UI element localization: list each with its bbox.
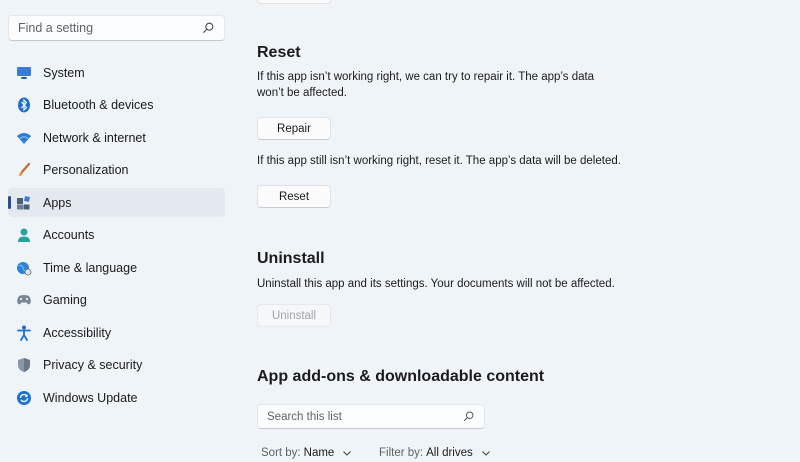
sidebar-item-label: Gaming <box>43 293 87 307</box>
settings-search-placeholder: Find a setting <box>18 21 94 35</box>
uninstall-section-title: Uninstall <box>257 250 325 267</box>
bluetooth-icon <box>16 97 32 113</box>
sort-by-value: Name <box>303 447 335 459</box>
repair-description: If this app isn’t working right, we can … <box>257 71 595 83</box>
previous-section-button[interactable] <box>257 0 331 4</box>
sidebar-item-label: Accessibility <box>43 325 112 340</box>
search-icon[interactable] <box>462 410 475 423</box>
sidebar-item-accessibility[interactable]: Accessibility <box>8 318 225 347</box>
reset-description: If this app still isn’t working right, r… <box>257 155 621 167</box>
sidebar-item-label: Apps <box>43 195 72 210</box>
filter-by-label: Filter by: <box>379 447 424 459</box>
sidebar-item-label: Bluetooth & devices <box>43 98 154 112</box>
sidebar-item-label: Accounts <box>43 228 95 242</box>
sidebar-item-accounts[interactable]: Accounts <box>8 221 225 250</box>
update-icon <box>16 390 32 406</box>
reset-button[interactable]: Reset <box>257 185 331 208</box>
sidebar-item-label: Network & internet <box>43 130 146 145</box>
sidebar-item-network-internet[interactable]: Network & internet <box>8 123 225 152</box>
repair-button[interactable]: Repair <box>257 117 331 140</box>
addons-search-input[interactable]: Search this list <box>257 404 485 429</box>
settings-search-input[interactable]: Find a setting <box>8 15 225 41</box>
repair-description-line2: won’t be affected. <box>257 87 347 99</box>
sort-by-dropdown[interactable]: Sort by: Name <box>261 447 352 459</box>
sidebar-item-time-language[interactable]: Time & language <box>8 253 225 282</box>
sidebar-item-apps[interactable]: Apps <box>8 188 225 217</box>
search-icon[interactable] <box>201 21 215 35</box>
uninstall-description: Uninstall this app and its settings. You… <box>257 278 615 290</box>
accessibility-icon <box>16 325 32 341</box>
sidebar-item-windows-update[interactable]: Windows Update <box>8 383 225 412</box>
monitor-icon <box>16 65 32 81</box>
sidebar-item-label: Windows Update <box>43 390 138 405</box>
uninstall-button[interactable]: Uninstall <box>257 304 331 327</box>
sidebar-item-label: System <box>43 65 85 80</box>
wifi-icon <box>16 130 32 146</box>
sidebar-item-label: Personalization <box>43 163 129 177</box>
person-icon <box>16 227 32 243</box>
sidebar-item-label: Privacy & security <box>43 358 143 372</box>
shield-icon <box>16 357 32 373</box>
sidebar-item-label: Time & language <box>43 260 138 275</box>
globe-clock-icon <box>16 260 32 276</box>
sidebar-nav: System Bluetooth & devices Network & int… <box>8 58 225 416</box>
chevron-down-icon <box>481 451 490 456</box>
gamepad-icon <box>16 292 32 308</box>
apps-icon <box>16 195 32 211</box>
sidebar-item-gaming[interactable]: Gaming <box>8 286 225 315</box>
brush-icon <box>16 162 32 178</box>
sidebar-item-privacy-security[interactable]: Privacy & security <box>8 351 225 380</box>
reset-section-title: Reset <box>257 44 301 61</box>
chevron-down-icon <box>343 451 352 456</box>
addons-section-title: App add-ons & downloadable content <box>257 368 545 385</box>
sort-by-label: Sort by: <box>261 447 301 459</box>
filter-by-value: All drives <box>426 447 473 459</box>
sidebar-item-system[interactable]: System <box>8 58 225 87</box>
filter-by-dropdown[interactable]: Filter by: All drives <box>379 447 491 459</box>
sidebar-item-bluetooth-devices[interactable]: Bluetooth & devices <box>8 91 225 120</box>
sidebar-item-personalization[interactable]: Personalization <box>8 156 225 185</box>
addons-search-placeholder: Search this list <box>267 410 342 423</box>
